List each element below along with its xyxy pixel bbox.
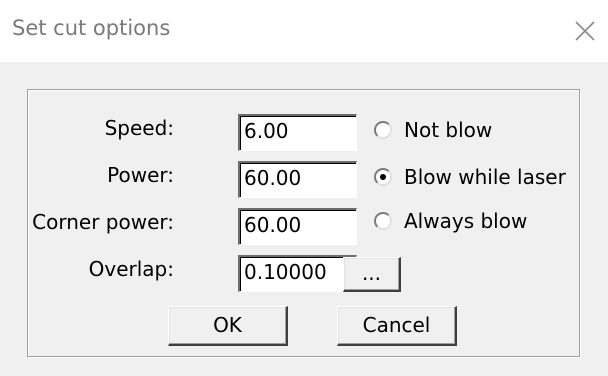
radio-always-blow-label: Always blow: [404, 209, 528, 233]
browse-button[interactable]: ...: [343, 257, 401, 292]
dialog-body: Speed: 6.00 Power: 60.00 Corner power: 6…: [0, 62, 608, 376]
corner-power-input[interactable]: 60.00: [238, 208, 357, 245]
radio-selected-dot: [380, 174, 386, 180]
speed-label: Speed:: [104, 116, 174, 140]
options-group: Speed: 6.00 Power: 60.00 Corner power: 6…: [27, 89, 581, 358]
radio-circle: [374, 212, 392, 230]
ok-button[interactable]: OK: [168, 306, 288, 346]
title-bar: Set cut options: [0, 0, 608, 62]
window-title: Set cut options: [12, 16, 171, 40]
power-input[interactable]: 60.00: [238, 161, 357, 198]
power-label: Power:: [107, 163, 174, 187]
radio-blow-while-laser-label: Blow while laser: [404, 165, 566, 189]
corner-power-label: Corner power:: [32, 210, 174, 234]
close-button[interactable]: [568, 14, 602, 48]
radio-circle: [374, 121, 392, 139]
close-icon: [575, 21, 595, 41]
cancel-button[interactable]: Cancel: [337, 306, 457, 346]
radio-circle: [374, 168, 392, 186]
speed-input[interactable]: 6.00: [238, 114, 357, 151]
overlap-label: Overlap:: [88, 257, 174, 281]
overlap-input[interactable]: 0.10000: [238, 255, 357, 292]
radio-not-blow-label: Not blow: [404, 118, 493, 142]
